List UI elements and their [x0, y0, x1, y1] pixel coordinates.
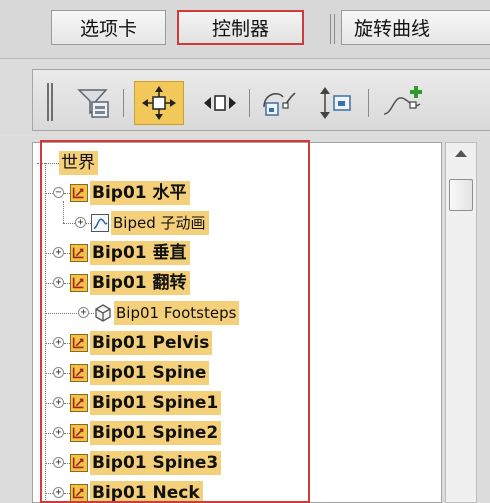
expand-icon[interactable]: + [78, 307, 89, 318]
tree-row-bip01-horizontal[interactable]: − Bip01 水平 [33, 179, 441, 209]
tree-panel: 世界 − Bip01 水平 + Biped 子动画 + Bip01 垂直 + B… [0, 136, 490, 503]
tree-row-bip01-spine2[interactable]: + Bip01 Spine2 [33, 419, 441, 449]
tree-row-bip01-spine3[interactable]: + Bip01 Spine3 [33, 449, 441, 479]
tree-row-label: 世界 [59, 151, 98, 175]
bone-icon [70, 184, 88, 202]
curve-icon [91, 214, 109, 232]
tree-row-bip01-turning[interactable]: + Bip01 翻转 [33, 269, 441, 299]
scroll-thumb[interactable] [449, 179, 473, 211]
tree-row-label: Bip01 垂直 [90, 241, 190, 265]
bone-icon [70, 424, 88, 442]
tab-rotation-curve[interactable]: 旋转曲线 [341, 10, 490, 45]
tree-row-bip01-spine[interactable]: + Bip01 Spine [33, 359, 441, 389]
tree-row-label: Bip01 Spine2 [90, 421, 222, 445]
expand-icon[interactable]: + [53, 397, 64, 408]
collapse-icon[interactable]: − [53, 187, 64, 198]
tab-rotation-curve-label: 旋转曲线 [354, 18, 431, 40]
toolbar [0, 59, 490, 135]
tree-row-label: Bip01 水平 [90, 181, 190, 205]
tree-row-bip01-spine1[interactable]: + Bip01 Spine1 [33, 389, 441, 419]
tree-row-label: Bip01 Neck [90, 481, 203, 502]
tab-controller-label: 控制器 [211, 18, 269, 40]
move-icon [142, 86, 176, 120]
tree-row-label: Bip01 Spine [90, 361, 210, 385]
tab-separator [330, 14, 331, 44]
track-tree[interactable]: 世界 − Bip01 水平 + Biped 子动画 + Bip01 垂直 + B… [32, 142, 442, 503]
expand-icon[interactable]: + [53, 247, 64, 258]
bone-icon [70, 274, 88, 292]
expand-icon[interactable]: + [75, 217, 86, 228]
tab-options[interactable]: 选项卡 [51, 10, 166, 45]
tree-row-label: Bip01 Spine3 [90, 451, 222, 475]
tree-row-bip01-footsteps[interactable]: + Bip01 Footsteps [33, 299, 441, 329]
vertical-arrow-frame-icon [320, 87, 351, 119]
tab-options-label: 选项卡 [79, 18, 137, 40]
toolbar-grip[interactable] [47, 83, 53, 121]
tree-row-biped-subanim[interactable]: + Biped 子动画 [33, 201, 441, 239]
bone-icon [70, 484, 88, 502]
curve-frame-icon [263, 92, 296, 116]
bone-icon [70, 244, 88, 262]
curve-add-button[interactable] [380, 81, 424, 125]
tree-row-label: Bip01 Spine1 [90, 391, 222, 415]
tree-row-bip01-pelvis[interactable]: + Bip01 Pelvis [33, 329, 441, 359]
tree-row-world[interactable]: 世界 [33, 149, 441, 179]
tree-row-bip01-neck[interactable]: + Bip01 Neck [33, 479, 441, 502]
tree-row-bip01-vertical[interactable]: + Bip01 垂直 [33, 239, 441, 269]
footsteps-icon [95, 304, 111, 322]
vertical-move-button[interactable] [314, 81, 358, 125]
bone-icon [70, 334, 88, 352]
filter-button[interactable] [72, 81, 116, 125]
expand-icon[interactable]: + [53, 457, 64, 468]
vertical-scrollbar[interactable] [445, 142, 477, 503]
filter-icon [77, 89, 109, 118]
curve-frame-button[interactable] [258, 81, 302, 125]
bone-icon [70, 364, 88, 382]
tab-controller[interactable]: 控制器 [177, 10, 304, 45]
move-button[interactable] [134, 81, 184, 125]
curve-add-icon [383, 86, 422, 115]
bone-icon [70, 454, 88, 472]
tab-bar: 选项卡 控制器 旋转曲线 [0, 0, 490, 59]
tree-row-label: Bip01 Pelvis [90, 331, 213, 355]
bone-icon [70, 394, 88, 412]
expand-icon[interactable]: + [53, 367, 64, 378]
toolbar-divider [368, 89, 369, 117]
expand-icon[interactable]: + [53, 337, 64, 348]
expand-icon[interactable]: + [53, 487, 64, 498]
toolbar-divider [249, 89, 250, 117]
expand-icon[interactable]: + [53, 427, 64, 438]
scroll-up-arrow-icon[interactable] [455, 150, 467, 157]
horizontal-arrows-icon [204, 95, 236, 111]
toolbar-divider [123, 89, 124, 117]
tree-row-label: Bip01 Footsteps [114, 301, 240, 325]
tree-row-label: Biped 子动画 [111, 211, 209, 235]
tree-row-label: Bip01 翻转 [90, 271, 190, 295]
horizontal-move-button[interactable] [198, 81, 242, 125]
expand-icon[interactable]: + [53, 277, 64, 288]
